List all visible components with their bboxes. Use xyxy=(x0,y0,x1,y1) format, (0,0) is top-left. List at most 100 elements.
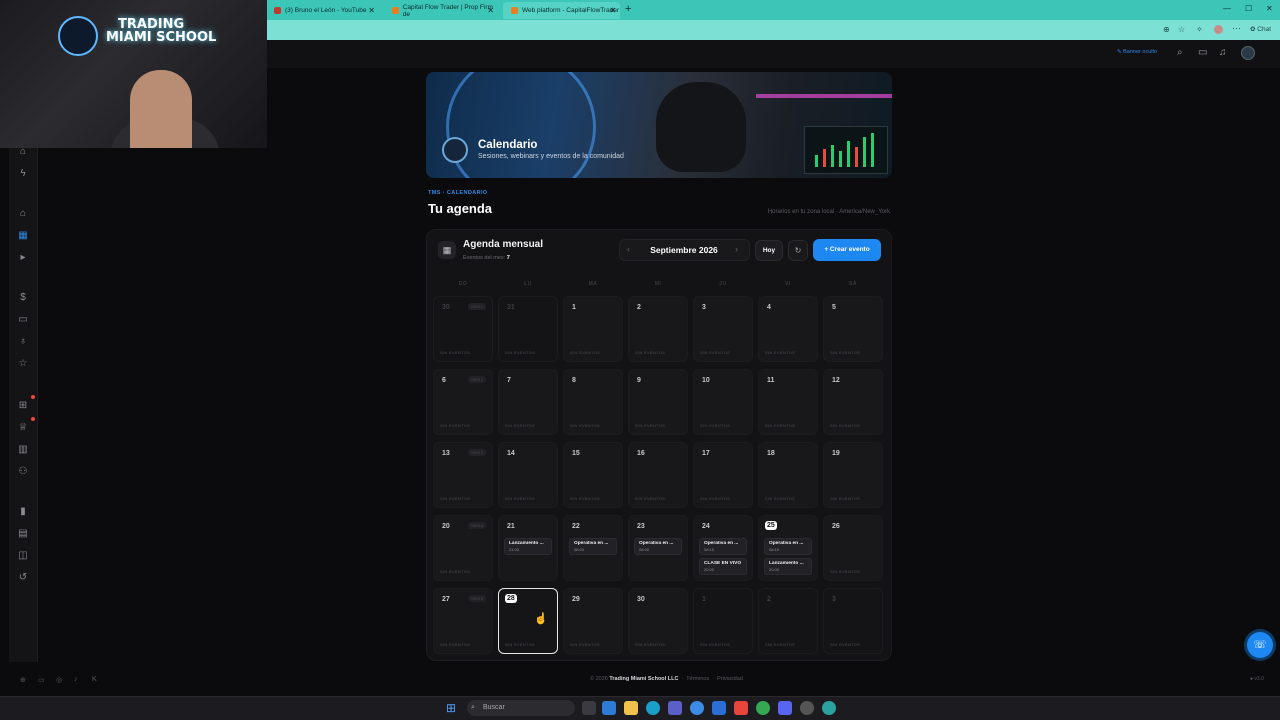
create-event-button[interactable]: + Crear evento xyxy=(813,239,881,261)
building-icon[interactable]: ▥ xyxy=(17,444,29,456)
today-button[interactable]: Hoy xyxy=(755,240,783,261)
event-chip[interactable]: Lanzamiento ... 20:00 xyxy=(764,558,812,575)
store-icon[interactable] xyxy=(668,701,682,715)
edge-icon[interactable] xyxy=(646,701,660,715)
instagram-icon[interactable]: ◎ xyxy=(56,676,62,684)
event-chip[interactable]: Operativa en ... 08:00 xyxy=(569,538,617,555)
help-icon[interactable] xyxy=(690,701,704,715)
browser-tab-web-platform[interactable]: Web platform - CapitalFlowTrader ✕ xyxy=(503,2,620,19)
day-cell[interactable]: 30 SIN EVENTOS xyxy=(628,588,688,654)
chat-support-button[interactable]: ☏ xyxy=(1247,632,1273,658)
event-chip[interactable]: Operativa en ... 08:15 xyxy=(699,538,747,555)
day-cell[interactable]: 25 Operativa en ... 08:15 Lanzamiento ...… xyxy=(758,515,818,581)
day-cell[interactable]: 14 SIN EVENTOS xyxy=(498,442,558,508)
youtube-social-icon[interactable]: ▭ xyxy=(38,676,45,684)
event-chip[interactable]: CLASE EN VIVO 20:00 xyxy=(699,558,747,575)
event-chip[interactable]: Lanzamiento ... 21:00 xyxy=(504,538,552,555)
day-cell[interactable]: 3 SIN EVENTOS xyxy=(693,296,753,362)
zoom-icon[interactable]: ⊕ xyxy=(1163,25,1170,34)
bolt-icon[interactable]: ϟ xyxy=(17,168,29,180)
globe-icon[interactable]: ⊕ xyxy=(20,676,26,684)
close-window-icon[interactable]: ✕ xyxy=(1266,4,1273,13)
minimize-icon[interactable]: — xyxy=(1223,4,1231,13)
users-icon[interactable]: ⚇ xyxy=(17,466,29,478)
day-cell[interactable]: 30 SEM 1 SIN EVENTOS xyxy=(433,296,493,362)
day-cell[interactable]: 2 SIN EVENTOS xyxy=(758,588,818,654)
map-icon[interactable]: ◫ xyxy=(17,550,29,562)
day-cell[interactable]: 21 Lanzamiento ... 21:00 xyxy=(498,515,558,581)
chevron-left-icon[interactable]: ‹ xyxy=(627,244,630,254)
messages-icon[interactable]: ▭ xyxy=(1198,47,1207,58)
new-tab-icon[interactable]: + xyxy=(625,3,631,15)
day-cell[interactable]: 24 Operativa en ... 08:15 CLASE EN VIVO 20… xyxy=(693,515,753,581)
day-cell[interactable]: 8 SIN EVENTOS xyxy=(563,369,623,435)
copilot-chat-button[interactable]: ✿ Chat xyxy=(1250,25,1271,33)
favorite-icon[interactable]: ☆ xyxy=(1178,25,1185,34)
privacy-link[interactable]: Privacidad xyxy=(717,676,743,682)
day-cell[interactable]: 22 Operativa en ... 08:00 xyxy=(563,515,623,581)
app-icon[interactable] xyxy=(734,701,748,715)
day-cell[interactable]: 10 SIN EVENTOS xyxy=(693,369,753,435)
gift-icon[interactable]: ⊞ xyxy=(17,400,29,412)
profile-avatar[interactable] xyxy=(1214,25,1223,34)
trophy-icon[interactable]: ♕ xyxy=(17,422,29,434)
day-cell[interactable]: 19 SIN EVENTOS xyxy=(823,442,883,508)
chevron-right-icon[interactable]: › xyxy=(735,244,738,254)
day-cell[interactable]: 1 SIN EVENTOS xyxy=(693,588,753,654)
taskbar-search[interactable]: ⌕ Buscar xyxy=(467,700,575,716)
bell-icon[interactable]: ♫ xyxy=(1219,47,1227,58)
day-cell[interactable]: 31 SIN EVENTOS xyxy=(498,296,558,362)
day-cell[interactable]: 29 SIN EVENTOS xyxy=(563,588,623,654)
day-cell-today[interactable]: 28 SIN EVENTOS ☝ xyxy=(498,588,558,654)
extensions-icon[interactable]: ✧ xyxy=(1196,25,1203,34)
day-cell[interactable]: 4 SIN EVENTOS xyxy=(758,296,818,362)
file-explorer-icon[interactable] xyxy=(624,701,638,715)
close-tab-icon[interactable]: ✕ xyxy=(368,6,375,15)
terms-link[interactable]: Términos xyxy=(686,676,709,682)
copilot-app-icon[interactable] xyxy=(602,701,616,715)
event-chip[interactable]: Operativa en ... 08:15 xyxy=(764,538,812,555)
day-cell[interactable]: 26 SIN EVENTOS xyxy=(823,515,883,581)
day-cell[interactable]: 1 SIN EVENTOS xyxy=(563,296,623,362)
day-cell[interactable]: 12 SIN EVENTOS xyxy=(823,369,883,435)
discord-icon[interactable] xyxy=(778,701,792,715)
day-cell[interactable]: 13 SEM 3 SIN EVENTOS xyxy=(433,442,493,508)
browser-tab-youtube[interactable]: (3) Bruno el León - YouTube ✕ xyxy=(266,2,379,19)
day-cell[interactable]: 11 SIN EVENTOS xyxy=(758,369,818,435)
video-icon[interactable]: ▸ xyxy=(17,252,29,264)
graduation-icon[interactable]: ⌂ xyxy=(17,208,29,220)
day-cell[interactable]: 23 Operativa en ... 08:00 xyxy=(628,515,688,581)
breadcrumb[interactable]: TMS · CALENDARIO xyxy=(428,190,488,196)
dollar-icon[interactable]: $ xyxy=(17,292,29,304)
task-view-icon[interactable] xyxy=(582,701,596,715)
day-cell[interactable]: 18 SIN EVENTOS xyxy=(758,442,818,508)
star-icon[interactable]: ☆ xyxy=(17,358,29,370)
search-icon[interactable]: ⌕ xyxy=(1177,47,1183,58)
chrome-icon[interactable] xyxy=(756,701,770,715)
day-cell[interactable]: 5 SIN EVENTOS xyxy=(823,296,883,362)
day-cell[interactable]: 7 SIN EVENTOS xyxy=(498,369,558,435)
day-cell[interactable]: 15 SIN EVENTOS xyxy=(563,442,623,508)
browser-tab-capital-flow[interactable]: Capital Flow Trader | Prop Firm de ✕ xyxy=(384,2,498,19)
history-icon[interactable]: ↺ xyxy=(17,572,29,584)
day-cell[interactable]: 16 SIN EVENTOS xyxy=(628,442,688,508)
tiktok-icon[interactable]: ♪ xyxy=(74,676,78,683)
app-icon[interactable] xyxy=(822,701,836,715)
day-cell[interactable]: 6 SEM 2 SIN EVENTOS xyxy=(433,369,493,435)
day-cell[interactable]: 2 SIN EVENTOS xyxy=(628,296,688,362)
kick-icon[interactable]: K xyxy=(92,676,97,683)
refresh-icon[interactable]: ↻ xyxy=(788,240,808,261)
hide-banner-toggle[interactable]: ✎ Banner oculto xyxy=(1117,49,1157,55)
app-icon[interactable] xyxy=(800,701,814,715)
day-cell[interactable]: 3 SIN EVENTOS xyxy=(823,588,883,654)
day-cell[interactable]: 9 SIN EVENTOS xyxy=(628,369,688,435)
calendar-icon[interactable]: ▦ xyxy=(17,230,29,242)
close-tab-icon[interactable]: ✕ xyxy=(609,6,616,15)
book-icon[interactable]: ▤ xyxy=(17,528,29,540)
day-cell[interactable]: 27 SEM 5 SIN EVENTOS xyxy=(433,588,493,654)
event-chip[interactable]: Operativa en ... 08:00 xyxy=(634,538,682,555)
day-cell[interactable]: 20 SEM 4 SIN EVENTOS xyxy=(433,515,493,581)
app-icon[interactable] xyxy=(712,701,726,715)
more-menu-icon[interactable]: ··· xyxy=(1232,23,1241,33)
maximize-icon[interactable]: ☐ xyxy=(1245,4,1252,13)
